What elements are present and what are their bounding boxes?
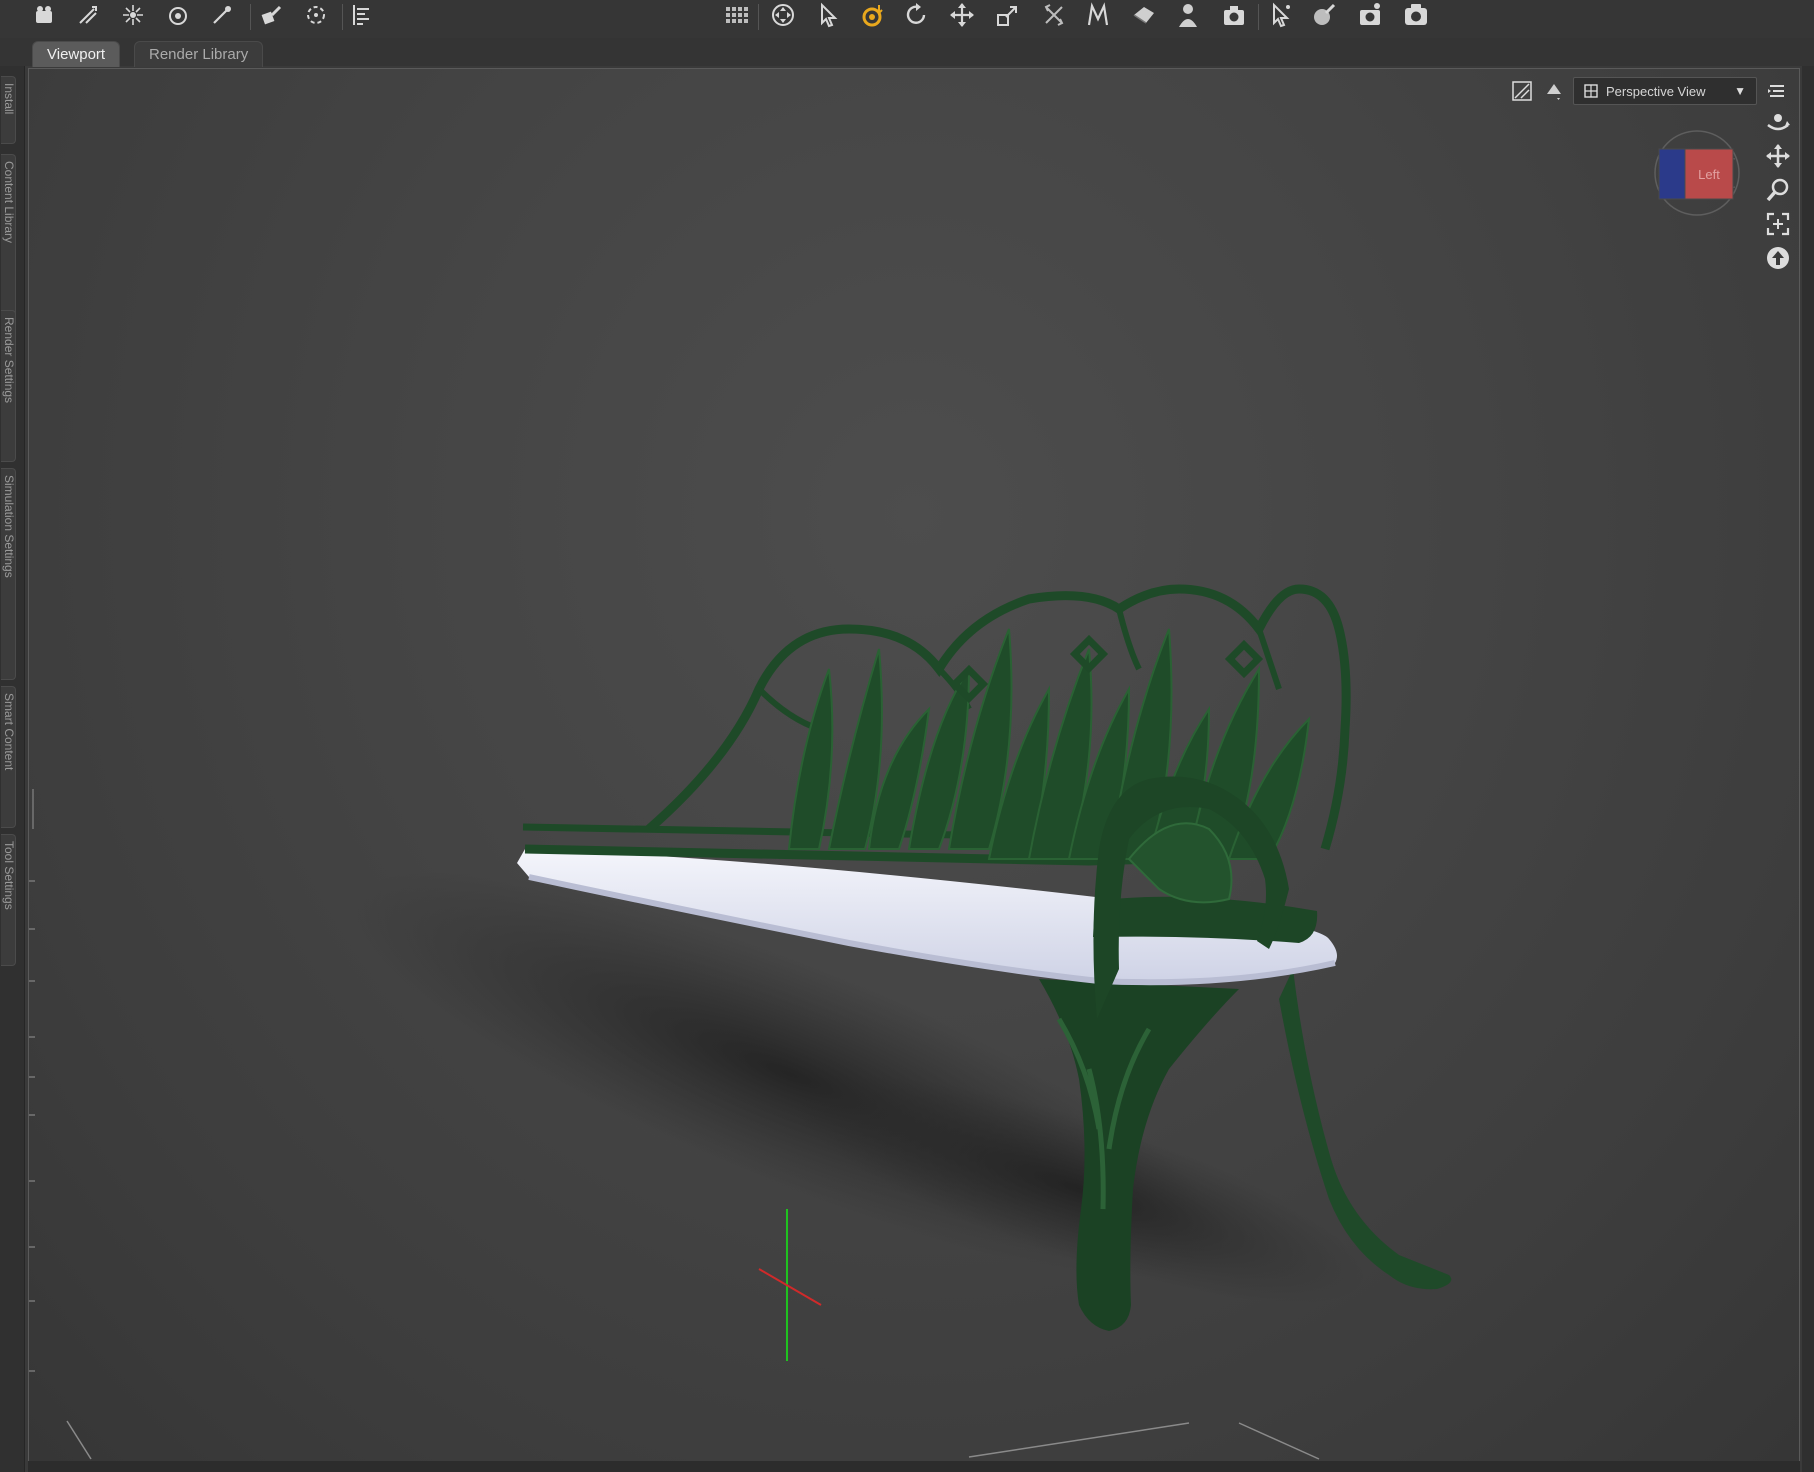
zoom-camera-icon[interactable] xyxy=(1761,173,1795,207)
figure-pose-icon[interactable] xyxy=(26,0,62,30)
side-tab-simulation-settings[interactable]: Simulation Settings xyxy=(1,468,16,680)
viewport-canvas[interactable]: Perspective View ▼ Left xyxy=(28,68,1800,1462)
grid-icon[interactable] xyxy=(718,0,754,30)
active-pose-icon[interactable] xyxy=(855,0,891,30)
joint-editor-icon[interactable] xyxy=(298,0,334,30)
chevron-down-icon: ▼ xyxy=(1734,84,1746,98)
nav-cube-face-label: Left xyxy=(1698,167,1720,182)
linear-light-icon[interactable] xyxy=(204,0,240,30)
figure-tool-icon[interactable] xyxy=(1170,0,1206,30)
floor-grid xyxy=(66,1420,1320,1460)
distant-light-icon[interactable] xyxy=(160,0,196,30)
viewport-menu-icon[interactable] xyxy=(1763,78,1789,104)
main-toolbar xyxy=(0,0,1814,39)
align-icon[interactable] xyxy=(344,0,380,30)
pan-camera-icon[interactable] xyxy=(1761,139,1795,173)
point-light-icon[interactable] xyxy=(115,0,151,30)
morph-icon[interactable] xyxy=(1080,0,1116,30)
render-camera-icon[interactable] xyxy=(1352,0,1388,30)
bottom-edge xyxy=(28,1461,1800,1472)
side-tab-smart-content[interactable]: Smart Content xyxy=(1,686,16,828)
tab-render-library[interactable]: Render Library xyxy=(134,41,264,67)
surface-tool-icon[interactable] xyxy=(1306,0,1342,30)
pane-tab-bar: ≡ Viewport Render Library xyxy=(0,38,1814,99)
camera-settings-icon[interactable] xyxy=(1216,0,1252,30)
render-icon[interactable] xyxy=(1398,0,1434,30)
camera-view-label: Perspective View xyxy=(1606,83,1706,99)
scene-render xyxy=(29,584,1452,1460)
side-tab-tool-settings[interactable]: Tool Settings xyxy=(1,834,16,966)
reset-camera-icon[interactable] xyxy=(1761,241,1795,275)
pointer-node-icon[interactable] xyxy=(1262,0,1298,30)
spotlight-add-icon[interactable] xyxy=(70,0,106,30)
node-weight-icon[interactable] xyxy=(254,0,290,30)
orbit-camera-icon[interactable] xyxy=(1761,105,1795,139)
draw-style-icon[interactable] xyxy=(1509,78,1535,104)
side-tab-render-settings[interactable]: Render Settings xyxy=(1,310,16,462)
right-dock-edge xyxy=(1802,66,1814,1472)
navigation-cube[interactable]: Left xyxy=(1653,129,1741,217)
camera-nav-tools xyxy=(1761,105,1795,275)
translate-tool-icon[interactable] xyxy=(944,0,980,30)
transform-icon[interactable] xyxy=(1036,0,1072,30)
layout-grid-icon xyxy=(1584,84,1598,98)
frame-selection-icon[interactable] xyxy=(1761,207,1795,241)
universal-tool-icon[interactable] xyxy=(765,0,801,30)
scale-tool-icon[interactable] xyxy=(990,0,1026,30)
origin-axis-gizmo xyxy=(758,1209,822,1361)
tab-viewport[interactable]: Viewport xyxy=(32,41,121,67)
rotate-tool-icon[interactable] xyxy=(898,0,934,30)
side-tab-install[interactable]: Install xyxy=(1,76,16,144)
lighting-mode-icon[interactable] xyxy=(1541,78,1567,104)
viewport-header-controls: Perspective View ▼ xyxy=(1509,77,1789,105)
select-arrow-icon[interactable] xyxy=(810,0,846,30)
left-ruler xyxy=(29,789,35,1372)
geometry-editor-icon[interactable] xyxy=(1126,0,1162,30)
camera-view-select[interactable]: Perspective View ▼ xyxy=(1573,77,1757,105)
left-dock: Install Content Library Render Settings … xyxy=(0,66,25,1472)
